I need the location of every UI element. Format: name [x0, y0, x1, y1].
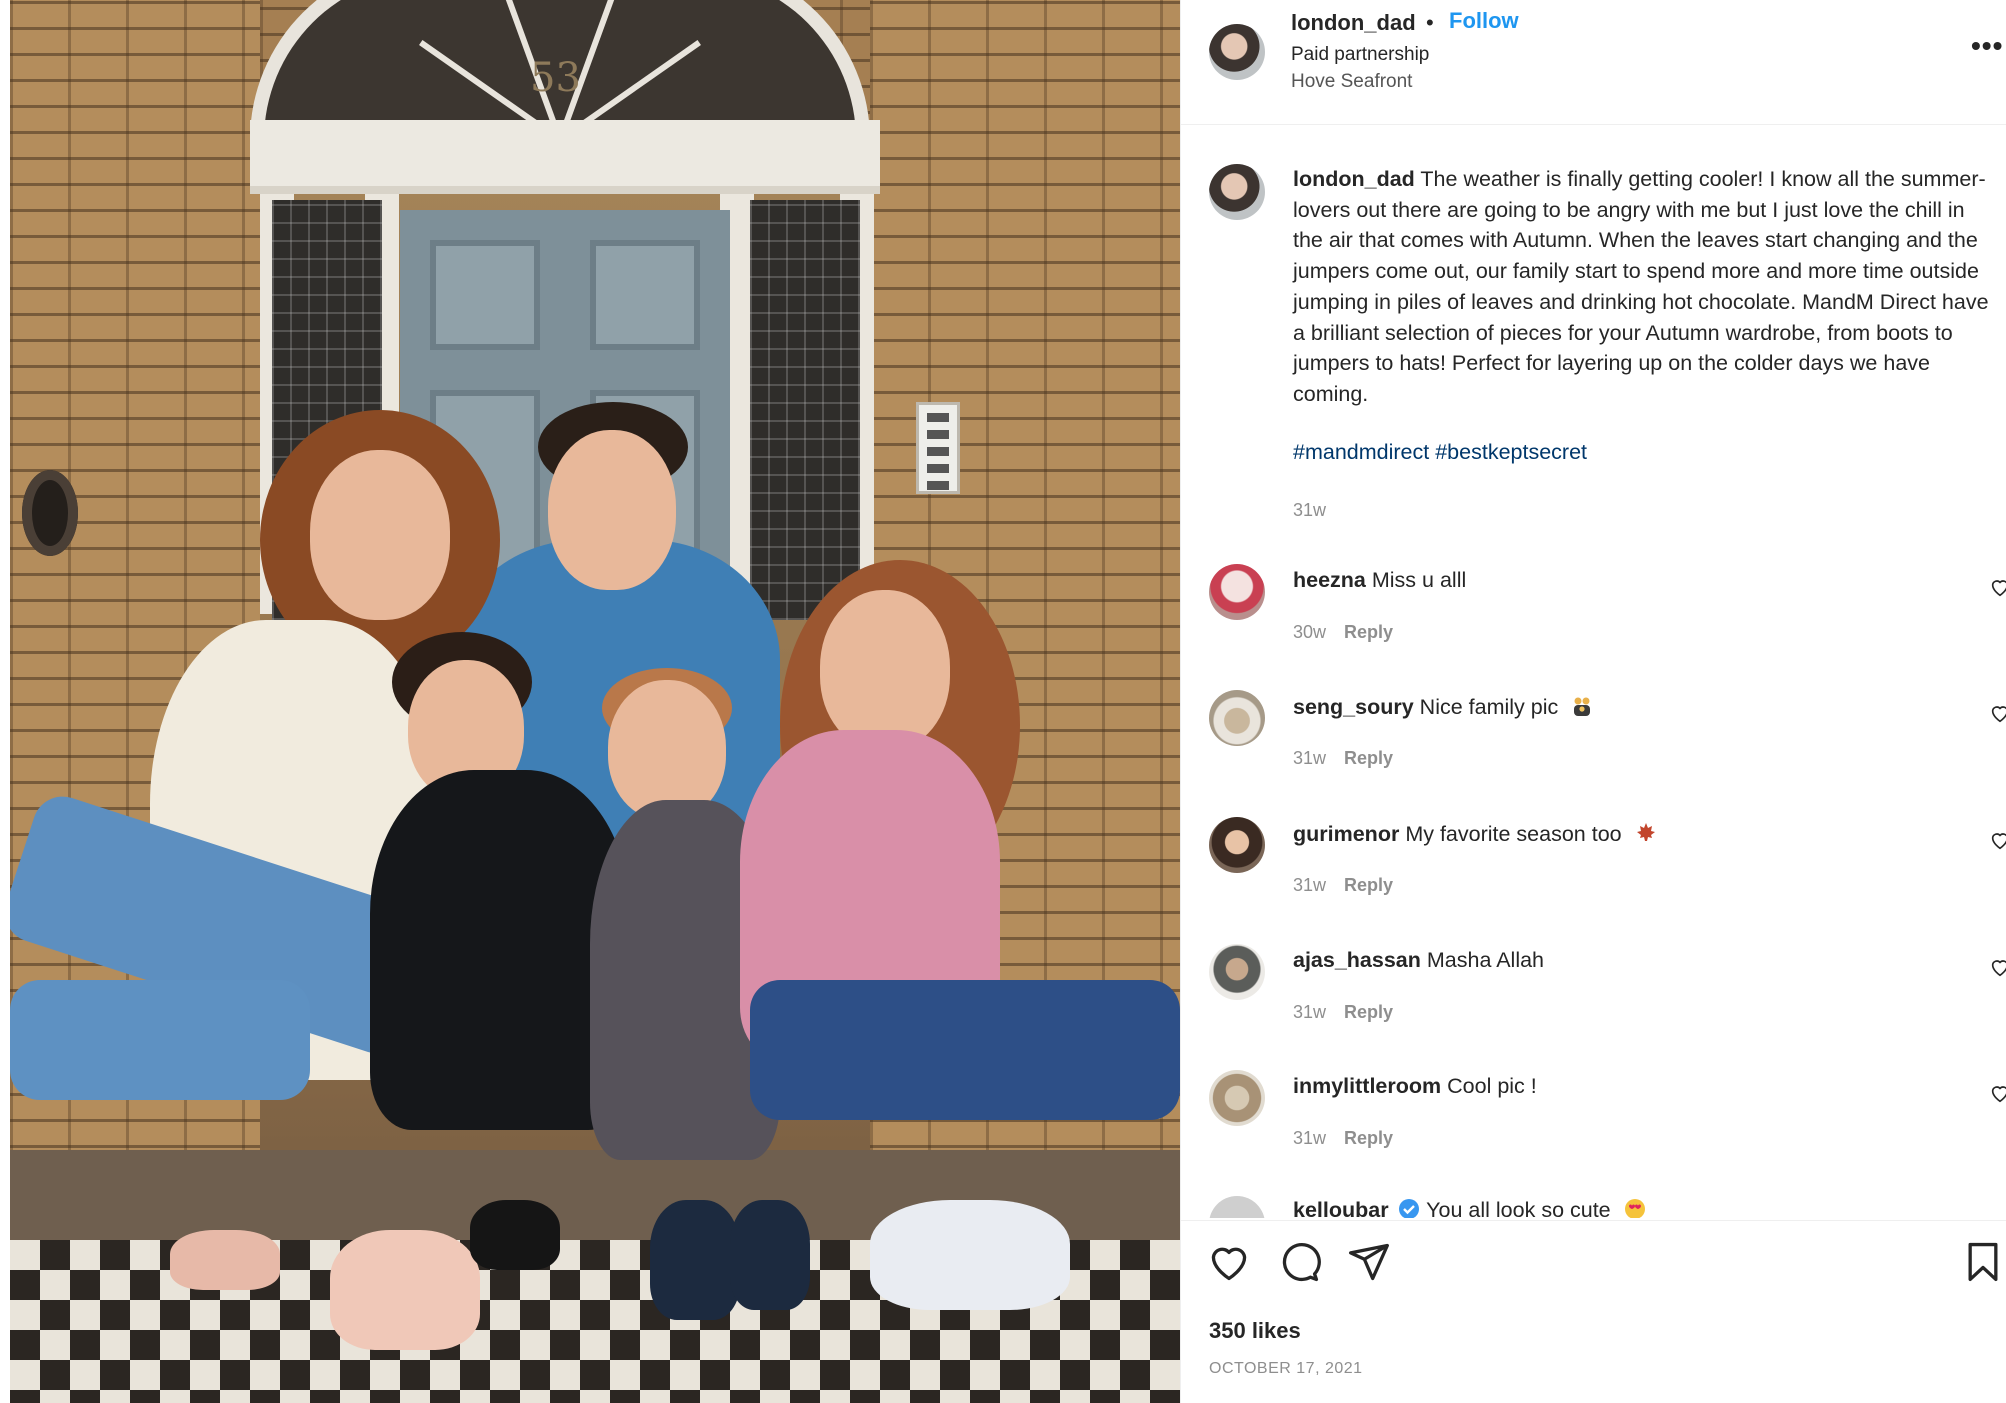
- comment-like-heart-icon[interactable]: [1989, 956, 2006, 978]
- comment-username[interactable]: inmylittleroom: [1293, 1074, 1441, 1098]
- comment-text: Cool pic !: [1447, 1074, 1537, 1098]
- more-dots-icon[interactable]: •••: [1971, 30, 2003, 62]
- comment-like-heart-icon[interactable]: [1989, 576, 2006, 598]
- hashtag-link[interactable]: #mandmdirect: [1293, 440, 1429, 464]
- reply-button[interactable]: Reply: [1344, 1002, 1393, 1022]
- comment-like-heart-icon[interactable]: [1989, 702, 2006, 724]
- comment-item: kelloubar You all look so cute: [1181, 1196, 2006, 1218]
- doorbell-lamp: [22, 470, 78, 556]
- reply-button[interactable]: Reply: [1344, 748, 1393, 768]
- caption-text: london_dad The weather is finally gettin…: [1293, 164, 1993, 410]
- commenter-avatar[interactable]: [1209, 1196, 1265, 1218]
- author-username[interactable]: london_dad: [1291, 10, 1416, 36]
- send-icon[interactable]: [1347, 1240, 1391, 1284]
- caption-avatar[interactable]: [1209, 164, 1265, 220]
- post-actions: [1181, 1220, 2006, 1340]
- caption-timestamp[interactable]: 31w: [1293, 500, 1326, 521]
- comment-like-heart-icon[interactable]: [1989, 829, 2006, 851]
- comment-item-clipped: kelloubar You all look so cute: [1181, 1196, 2006, 1218]
- heart-eyes-emoji-icon: [1624, 1199, 1645, 1218]
- commenter-avatar[interactable]: [1209, 944, 1265, 1000]
- commenter-avatar[interactable]: [1209, 690, 1265, 746]
- intercom-panel: [916, 402, 960, 494]
- author-avatar[interactable]: [1209, 24, 1265, 80]
- comment-username[interactable]: gurimenor: [1293, 822, 1399, 846]
- heart-icon[interactable]: [1207, 1240, 1251, 1284]
- commenter-avatar[interactable]: [1209, 564, 1265, 620]
- side-window-right: [750, 200, 860, 620]
- post-date[interactable]: OCTOBER 17, 2021: [1209, 1360, 1363, 1378]
- post-photo[interactable]: 53: [10, 0, 1180, 1403]
- comment-item: seng_soury Nice family pic 31w Reply: [1181, 688, 2006, 808]
- comment-icon[interactable]: [1277, 1240, 1321, 1284]
- reply-button[interactable]: Reply: [1344, 1128, 1393, 1148]
- follow-button[interactable]: Follow: [1449, 8, 1519, 34]
- comment-username[interactable]: ajas_hassan: [1293, 948, 1421, 972]
- comment-time[interactable]: 31w: [1293, 875, 1326, 895]
- comment-text: Miss u alll: [1371, 568, 1467, 592]
- maple-leaf-emoji-icon: [1636, 823, 1655, 841]
- comment-username[interactable]: seng_soury: [1293, 695, 1414, 719]
- comment-username[interactable]: kelloubar: [1293, 1198, 1389, 1218]
- comment-username[interactable]: heezna: [1293, 568, 1366, 592]
- comment-text: My favorite season too: [1405, 822, 1622, 846]
- comment-time[interactable]: 31w: [1293, 748, 1326, 768]
- location-label[interactable]: Hove Seafront: [1291, 71, 1412, 93]
- caption-username[interactable]: london_dad: [1293, 167, 1415, 191]
- comment-item: gurimenor My favorite season too 31w Repl…: [1181, 815, 2006, 935]
- comment-time[interactable]: 31w: [1293, 1128, 1326, 1148]
- house-number: 53: [530, 55, 581, 101]
- separator-dot: •: [1426, 10, 1434, 35]
- comment-item: inmylittleroom Cool pic ! 31w Reply: [1181, 1068, 2006, 1188]
- header-divider: [1181, 124, 2006, 125]
- comment-text: You all look so cute: [1426, 1198, 1611, 1218]
- comment-item: heezna Miss u alll 30w Reply: [1181, 562, 2006, 682]
- reply-button[interactable]: Reply: [1344, 622, 1393, 642]
- comment-time[interactable]: 30w: [1293, 622, 1326, 642]
- hashtag-link[interactable]: #bestkeptsecret: [1435, 440, 1587, 464]
- comment-text: Masha Allah: [1426, 948, 1545, 972]
- family-emoji-icon: [1574, 697, 1591, 716]
- door-lintel: [250, 120, 880, 194]
- caption-hashtags: #mandmdirect #bestkeptsecret: [1293, 440, 1587, 465]
- comment-time[interactable]: 31w: [1293, 1002, 1326, 1022]
- verified-badge-icon: [1398, 1199, 1419, 1218]
- paid-partnership-label[interactable]: Paid partnership: [1291, 44, 1429, 66]
- likes-count[interactable]: 350 likes: [1209, 1318, 1301, 1344]
- comment-like-heart-icon[interactable]: [1989, 1082, 2006, 1104]
- commenter-avatar[interactable]: [1209, 1070, 1265, 1126]
- caption-body: The weather is finally getting cooler! I…: [1293, 167, 1989, 406]
- reply-button[interactable]: Reply: [1344, 875, 1393, 895]
- bookmark-icon[interactable]: [1961, 1240, 2005, 1284]
- comment-item: ajas_hassan Masha Allah 31w Reply: [1181, 942, 2006, 1062]
- post-sidebar: london_dad • Follow Paid partnership Hov…: [1180, 0, 2006, 1403]
- commenter-avatar[interactable]: [1209, 817, 1265, 873]
- comment-text: Nice family pic: [1419, 695, 1559, 719]
